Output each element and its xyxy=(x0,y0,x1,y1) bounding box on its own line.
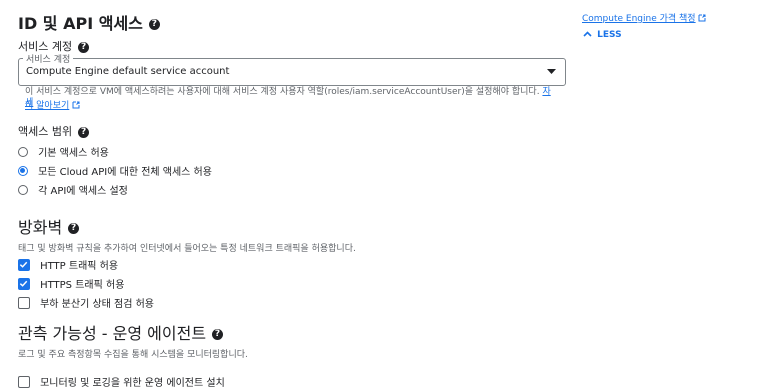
radio-button-selected[interactable] xyxy=(18,165,28,176)
checkbox-checked[interactable] xyxy=(18,258,30,271)
chevron-up-icon xyxy=(583,31,592,37)
identity-title-text: ID 및 API 액세스 xyxy=(18,14,143,33)
help-icon[interactable]: ? xyxy=(212,329,224,340)
service-account-select-float-label: 서비스 계정 xyxy=(23,52,74,65)
help-icon[interactable]: ? xyxy=(78,41,90,53)
access-scope-option-default[interactable]: 기본 액세스 허용 xyxy=(18,141,109,160)
ops-agent-option-label: 모니터링 및 로깅을 위한 운영 에이전트 설치 xyxy=(40,378,225,389)
observability-section-title: 관측 가능성 - 운영 에이전트? xyxy=(18,320,224,344)
observability-title-text: 관측 가능성 - 운영 에이전트 xyxy=(18,324,207,343)
pricing-link[interactable]: Compute Engine 가격 책정 xyxy=(582,11,706,24)
firewall-option-label: 부하 분산기 상태 점검 허용 xyxy=(40,299,155,310)
firewall-https-option[interactable]: HTTPS 트래픽 허용 xyxy=(18,273,124,292)
help-icon[interactable]: ? xyxy=(78,126,90,138)
firewall-description: 태그 및 방화벽 규칙을 추가하여 인터넷에서 들어오는 특정 네트워크 트래픽… xyxy=(18,244,356,254)
service-account-select[interactable]: Compute Engine default service account xyxy=(18,58,566,86)
firewall-section-title: 방화벽? xyxy=(18,214,80,238)
checkbox[interactable] xyxy=(18,296,30,309)
radio-button[interactable] xyxy=(18,146,28,157)
external-link-icon xyxy=(72,101,80,109)
checkbox[interactable] xyxy=(18,375,30,388)
firewall-option-label: HTTP 트래픽 허용 xyxy=(40,261,119,272)
access-scope-option-label: 각 API에 액세스 설정 xyxy=(38,186,128,197)
access-scope-option-full[interactable]: 모든 Cloud API에 대한 전체 액세스 허용 xyxy=(18,160,212,179)
learn-more-link-text[interactable]: 히 알아보기 xyxy=(25,101,69,111)
help-icon[interactable]: ? xyxy=(148,19,160,30)
firewall-title-text: 방화벽 xyxy=(18,218,63,237)
access-scope-option-label: 기본 액세스 허용 xyxy=(38,148,109,159)
access-scope-option-custom[interactable]: 각 API에 액세스 설정 xyxy=(18,179,128,198)
service-account-hint: 이 서비스 계정으로 VM에 액세스하려는 사용자에 대해 서비스 계정 사용자… xyxy=(25,87,555,109)
help-icon[interactable]: ? xyxy=(68,223,80,234)
less-toggle-label: LESS xyxy=(597,30,622,40)
pricing-link-text[interactable]: Compute Engine 가격 책정 xyxy=(582,14,696,24)
service-account-select-value: Compute Engine default service account xyxy=(26,66,230,77)
firewall-option-label: HTTPS 트래픽 허용 xyxy=(40,280,125,291)
external-link-icon xyxy=(698,14,706,22)
check-icon xyxy=(19,261,28,268)
access-scope-label: 액세스 범위? xyxy=(18,123,90,139)
ops-agent-option[interactable]: 모니터링 및 로깅을 위한 운영 에이전트 설치 xyxy=(18,371,225,390)
observability-description: 로그 및 주요 측정항목 수집을 통해 시스템을 모니터링합니다. xyxy=(18,350,248,360)
dropdown-arrow-icon xyxy=(547,69,556,74)
identity-section-title: ID 및 API 액세스? xyxy=(18,10,160,34)
learn-more-link[interactable]: 히 알아보기 xyxy=(25,98,80,111)
access-scope-option-label: 모든 Cloud API에 대한 전체 액세스 허용 xyxy=(38,167,212,178)
checkbox-checked[interactable] xyxy=(18,277,30,290)
less-toggle-button[interactable]: LESS xyxy=(583,30,622,40)
firewall-healthcheck-option[interactable]: 부하 분산기 상태 점검 허용 xyxy=(18,292,154,311)
access-scope-label-text: 액세스 범위 xyxy=(18,125,73,138)
service-account-hint-text: 이 서비스 계정으로 VM에 액세스하려는 사용자에 대해 서비스 계정 사용자… xyxy=(25,87,540,97)
radio-button[interactable] xyxy=(18,184,28,195)
check-icon xyxy=(19,280,28,287)
firewall-http-option[interactable]: HTTP 트래픽 허용 xyxy=(18,254,118,273)
